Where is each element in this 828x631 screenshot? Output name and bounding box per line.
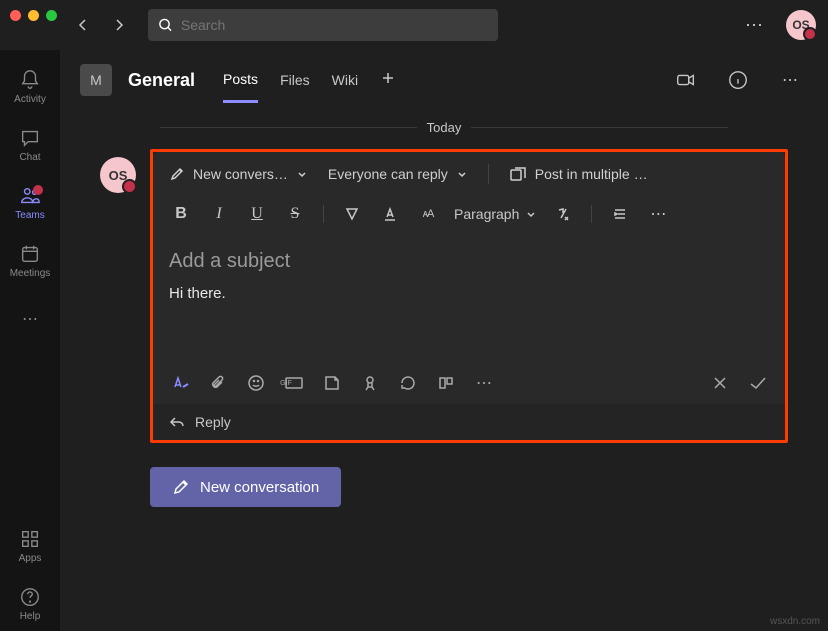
notification-badge bbox=[33, 185, 43, 195]
subject-input[interactable]: Add a subject bbox=[169, 250, 769, 273]
paragraph-dropdown[interactable]: Paragraph bbox=[454, 206, 537, 222]
format-toggle-button[interactable] bbox=[169, 372, 191, 394]
team-badge[interactable]: M bbox=[80, 64, 112, 96]
stream-button[interactable] bbox=[435, 372, 457, 394]
sticker-button[interactable] bbox=[321, 372, 343, 394]
rail-chat[interactable]: Chat bbox=[0, 118, 60, 172]
app-rail: Activity Chat Teams Meetings ⋯ Apps Hel bbox=[0, 50, 60, 631]
user-avatar[interactable]: OS bbox=[786, 10, 816, 40]
help-icon bbox=[19, 586, 41, 608]
compose-icon bbox=[169, 166, 185, 182]
window-traffic-lights[interactable] bbox=[10, 10, 57, 21]
underline-button[interactable]: U bbox=[245, 202, 269, 226]
compose-icon bbox=[172, 478, 190, 496]
channel-header: M General Posts Files Wiki ⋯ bbox=[60, 50, 828, 110]
info-button[interactable] bbox=[720, 62, 756, 98]
watermark: wsxdn.com bbox=[770, 616, 820, 627]
italic-button[interactable]: I bbox=[207, 202, 231, 226]
rail-teams[interactable]: Teams bbox=[0, 176, 60, 230]
topbar-more-button[interactable]: ⋯ bbox=[738, 9, 770, 41]
reply-button[interactable]: Reply bbox=[153, 404, 785, 440]
new-conversation-button[interactable]: New conversation bbox=[150, 467, 341, 507]
praise-button[interactable] bbox=[359, 372, 381, 394]
apps-icon bbox=[19, 528, 41, 550]
search-icon bbox=[158, 17, 173, 33]
multi-channel-icon bbox=[509, 165, 527, 183]
format-toolbar: B I U S ᴀA Paragraph bbox=[153, 196, 785, 232]
rail-activity[interactable]: Activity bbox=[0, 60, 60, 114]
nav-forward-button[interactable] bbox=[106, 12, 132, 38]
reply-scope-dropdown[interactable]: Everyone can reply bbox=[328, 166, 468, 182]
compose-more-button[interactable]: ⋯ bbox=[473, 372, 495, 394]
post-type-dropdown[interactable]: New convers… bbox=[169, 166, 308, 182]
rail-meetings[interactable]: Meetings bbox=[0, 234, 60, 288]
nav-back-button[interactable] bbox=[70, 12, 96, 38]
header-more-button[interactable]: ⋯ bbox=[772, 62, 808, 98]
format-more-button[interactable]: ⋯ bbox=[646, 202, 670, 226]
compose-box: New convers… Everyone can reply Post in … bbox=[153, 152, 785, 404]
channel-tabs: Posts Files Wiki bbox=[223, 70, 396, 91]
chevron-down-icon bbox=[525, 208, 537, 220]
post-multiple-button[interactable]: Post in multiple … bbox=[509, 165, 648, 183]
approvals-button[interactable] bbox=[397, 372, 419, 394]
teams-icon bbox=[19, 185, 41, 207]
clear-formatting-button[interactable] bbox=[551, 202, 575, 226]
more-icon: ⋯ bbox=[19, 308, 41, 330]
tab-posts[interactable]: Posts bbox=[223, 71, 258, 103]
bold-button[interactable]: B bbox=[169, 202, 193, 226]
tab-files[interactable]: Files bbox=[280, 72, 310, 101]
message-input[interactable]: Hi there. bbox=[169, 285, 769, 302]
topbar: ⋯ OS bbox=[0, 0, 828, 50]
chevron-down-icon bbox=[456, 168, 468, 180]
chat-icon bbox=[19, 127, 41, 149]
font-size-button[interactable]: ᴀA bbox=[416, 202, 440, 226]
indent-button[interactable] bbox=[608, 202, 632, 226]
add-tab-button[interactable] bbox=[380, 70, 396, 91]
rail-help[interactable]: Help bbox=[0, 577, 60, 631]
emoji-button[interactable] bbox=[245, 372, 267, 394]
chevron-down-icon bbox=[296, 168, 308, 180]
tab-wiki[interactable]: Wiki bbox=[332, 72, 358, 101]
highlight-button[interactable] bbox=[340, 202, 364, 226]
rail-more[interactable]: ⋯ bbox=[0, 292, 60, 346]
send-button[interactable] bbox=[747, 372, 769, 394]
search-box[interactable] bbox=[148, 9, 498, 41]
font-color-button[interactable] bbox=[378, 202, 402, 226]
channel-name: General bbox=[128, 70, 195, 91]
gif-button[interactable]: GIF bbox=[283, 372, 305, 394]
rail-apps[interactable]: Apps bbox=[0, 519, 60, 573]
post-author-avatar[interactable]: OS bbox=[100, 157, 136, 193]
calendar-icon bbox=[19, 243, 41, 265]
discard-button[interactable] bbox=[709, 372, 731, 394]
search-input[interactable] bbox=[181, 17, 488, 33]
bell-icon bbox=[19, 69, 41, 91]
attach-button[interactable] bbox=[207, 372, 229, 394]
compose-actions-bar: GIF ⋯ bbox=[153, 362, 785, 404]
strike-button[interactable]: S bbox=[283, 202, 307, 226]
compose-highlight: New convers… Everyone can reply Post in … bbox=[150, 149, 788, 443]
meet-button[interactable] bbox=[668, 62, 704, 98]
date-divider: Today bbox=[160, 120, 728, 135]
reply-icon bbox=[169, 414, 185, 430]
